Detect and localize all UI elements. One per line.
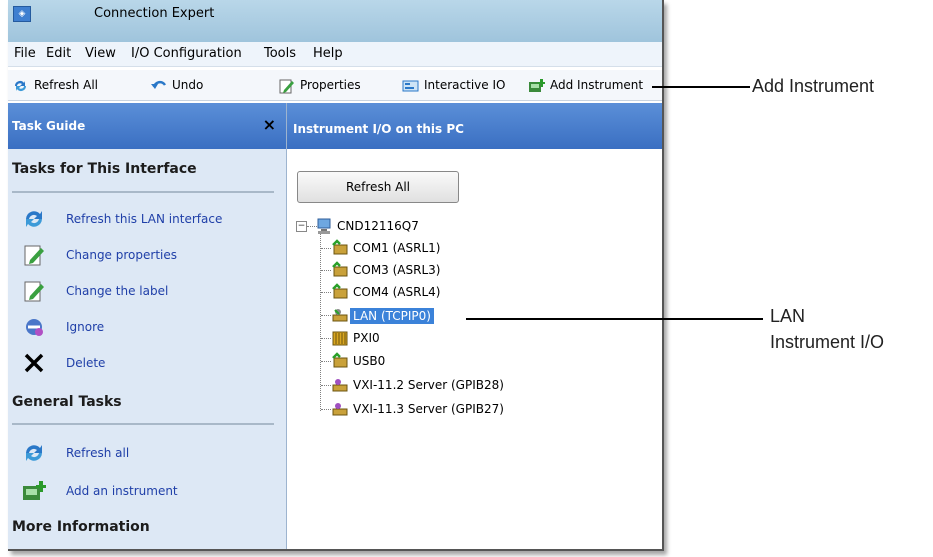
computer-icon xyxy=(317,218,331,234)
close-icon[interactable]: × xyxy=(263,115,276,134)
refresh-icon xyxy=(26,211,42,227)
callout-line-add-instrument xyxy=(652,86,750,88)
tree-connector xyxy=(321,248,331,249)
tree-node-label: VXI-11.3 Server (GPIB27) xyxy=(353,402,504,416)
undo-icon xyxy=(151,80,167,89)
task-guide-header: Task Guide × xyxy=(8,103,286,149)
task-guide-title: Task Guide xyxy=(12,119,86,133)
tree-connector xyxy=(321,385,331,386)
lan-icon xyxy=(332,309,348,322)
tree-node-label: COM3 (ASRL3) xyxy=(353,263,441,277)
section-divider xyxy=(12,191,274,193)
callout-lan: LAN xyxy=(770,306,806,326)
section-divider xyxy=(12,423,274,425)
task-label: Refresh all xyxy=(66,446,130,460)
tree-connector xyxy=(321,292,331,293)
callout-instrument-io: Instrument I/O xyxy=(770,332,885,352)
task-label: Delete xyxy=(66,356,106,370)
tree-connector xyxy=(321,361,331,362)
menu-file[interactable]: File xyxy=(14,46,36,61)
title-bar: ◈ Connection Expert xyxy=(8,0,662,42)
add-instrument-icon xyxy=(529,79,545,92)
tree-node-label: COM4 (ASRL4) xyxy=(353,285,441,299)
section-general-tasks: General Tasks xyxy=(12,394,122,410)
delete-icon xyxy=(24,353,44,373)
pxi-chassis-icon xyxy=(332,331,348,346)
instrument-io-pane: Instrument I/O on this PC Refresh All − … xyxy=(287,103,662,549)
menu-edit[interactable]: Edit xyxy=(46,46,71,61)
vxi-server-icon xyxy=(332,379,348,392)
vxi-server-icon xyxy=(332,403,348,416)
label-icon xyxy=(24,281,44,302)
undo-toolbar-button[interactable]: Undo xyxy=(150,78,220,94)
interactive-io-icon xyxy=(402,80,419,92)
usb-icon xyxy=(332,352,348,368)
task-label: Change properties xyxy=(66,248,177,262)
add-instrument-icon xyxy=(23,481,46,500)
serial-port-icon xyxy=(332,283,348,299)
connection-expert-icon: ◈ xyxy=(13,6,31,22)
callout-add-instrument: Add Instrument xyxy=(752,76,875,96)
serial-port-icon xyxy=(332,261,348,277)
undo-label: Undo xyxy=(172,78,204,92)
tree-node-label: COM1 (ASRL1) xyxy=(353,241,441,255)
tree-node-label-selected: LAN (TCPIP0) xyxy=(350,308,434,324)
ignore-icon xyxy=(26,319,43,336)
properties-icon xyxy=(279,79,294,94)
add-instrument-toolbar-button[interactable]: Add Instrument xyxy=(528,78,653,94)
toolbar: Refresh All Undo Properties Interactive … xyxy=(8,70,662,101)
add-instrument-label: Add Instrument xyxy=(550,78,644,92)
connection-expert-window: ◈ Connection Expert File Edit View I/O C… xyxy=(8,0,664,551)
menu-help[interactable]: Help xyxy=(313,46,343,61)
task-label: Refresh this LAN interface xyxy=(66,212,223,226)
properties-icon xyxy=(24,245,44,266)
tree-node-label: VXI-11.2 Server (GPIB28) xyxy=(353,378,504,392)
window-title: Connection Expert xyxy=(94,6,215,21)
serial-port-icon xyxy=(332,239,348,255)
menu-view[interactable]: View xyxy=(85,46,116,61)
tree-node-label: USB0 xyxy=(353,354,386,368)
refresh-icon xyxy=(26,445,42,461)
refresh-all-toolbar-button[interactable]: Refresh All xyxy=(12,78,132,94)
tree-connector xyxy=(321,315,331,316)
interactive-io-toolbar-button[interactable]: Interactive IO xyxy=(402,78,522,94)
tree-node-label: PXI0 xyxy=(353,331,380,345)
task-label: Add an instrument xyxy=(66,484,178,498)
callout-line-lan xyxy=(466,318,763,320)
collapse-icon[interactable]: − xyxy=(296,221,307,232)
menu-tools[interactable]: Tools xyxy=(264,46,296,61)
interactive-io-label: Interactive IO xyxy=(424,78,506,92)
section-more-information: More Information xyxy=(12,519,150,535)
menu-io-configuration[interactable]: I/O Configuration xyxy=(131,46,242,61)
task-label: Change the label xyxy=(66,284,169,298)
tree-connector xyxy=(321,270,331,271)
tree-connector xyxy=(321,409,331,410)
properties-toolbar-button[interactable]: Properties xyxy=(278,78,368,94)
task-label: Ignore xyxy=(66,320,105,334)
tree-node-label: CND12116Q7 xyxy=(337,219,419,233)
refresh-icon xyxy=(15,81,26,91)
section-tasks-for-interface: Tasks for This Interface xyxy=(12,161,197,177)
task-guide-pane: Task Guide × Tasks for This Interface Re… xyxy=(8,103,287,549)
tree-connector xyxy=(321,338,331,339)
refresh-all-label: Refresh All xyxy=(34,78,99,92)
menu-bar: File Edit View I/O Configuration Tools H… xyxy=(8,42,662,67)
instrument-tree: − CND12116Q7 COM1 (ASRL1) COM3 (ASRL3) C… xyxy=(287,103,662,549)
properties-label: Properties xyxy=(300,78,361,92)
